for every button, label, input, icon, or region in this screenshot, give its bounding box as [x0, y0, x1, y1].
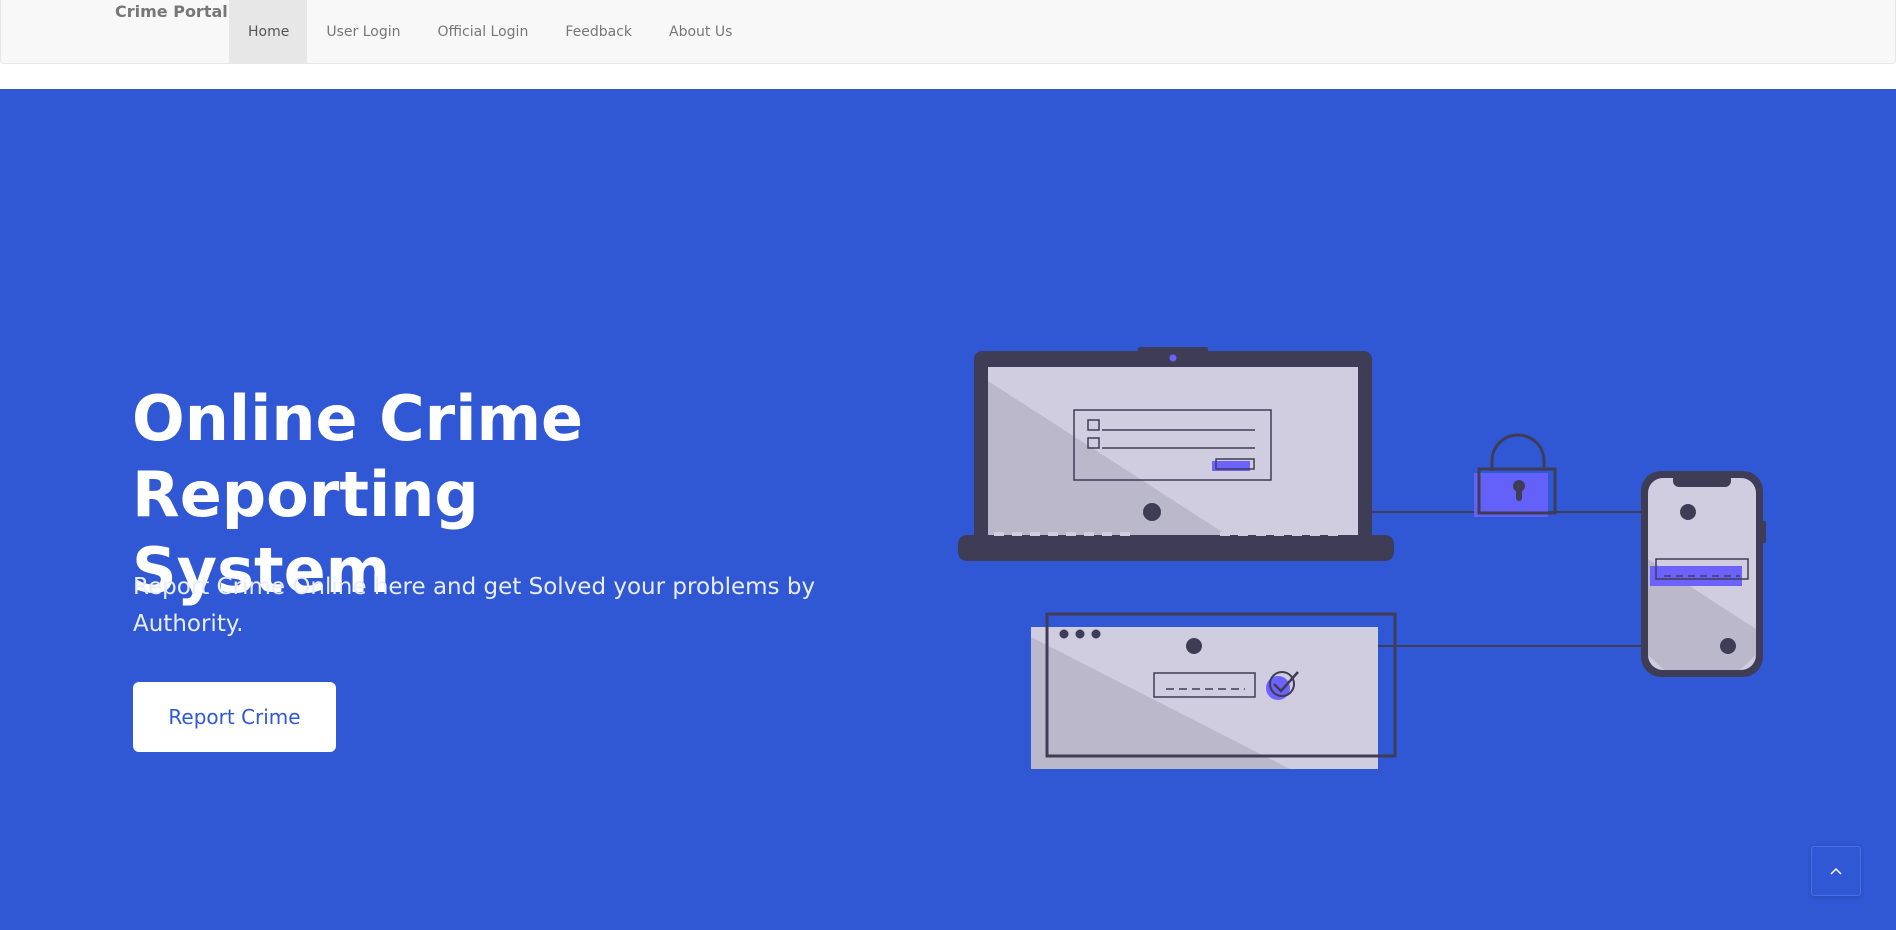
back-to-top-button[interactable]: [1811, 846, 1861, 896]
padlock-icon: [1474, 433, 1557, 517]
hero-subtitle: Report Crime Online here and get Solved …: [133, 574, 816, 637]
secure-login-illustration: [958, 347, 1766, 769]
nav-item-official-login[interactable]: Official Login: [418, 0, 546, 63]
report-crime-button[interactable]: Report Crime: [133, 682, 336, 752]
phone-icon: [1641, 471, 1766, 677]
browser-window-icon: [1031, 612, 1397, 769]
chevron-up-icon: [1830, 867, 1842, 875]
nav-item-user-login[interactable]: User Login: [307, 0, 418, 63]
hero-title-line-1: Online Crime Reporting: [132, 382, 584, 531]
nav-item-about-us[interactable]: About Us: [650, 0, 750, 63]
top-navbar: Crime Portal Home User Login Official Lo…: [0, 0, 1896, 64]
nav-item-feedback[interactable]: Feedback: [546, 0, 650, 63]
nav-menu: Home User Login Official Login Feedback …: [229, 0, 750, 63]
laptop-icon: [958, 347, 1394, 561]
brand-logo[interactable]: Crime Portal: [115, 2, 228, 22]
hero-section: Online Crime Reporting System Report Cri…: [0, 89, 1896, 930]
nav-item-home[interactable]: Home: [229, 0, 308, 63]
